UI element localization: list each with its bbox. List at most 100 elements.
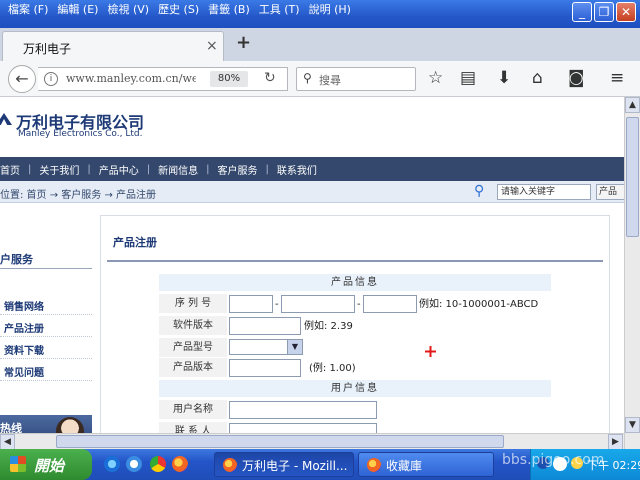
back-button[interactable]: ←	[8, 65, 36, 93]
chevron-down-icon[interactable]: ▼	[287, 340, 302, 354]
nav-service[interactable]: 客户服务	[218, 162, 258, 177]
nav-separator: |	[28, 163, 32, 175]
product-version-input[interactable]	[229, 359, 301, 377]
firefox-icon[interactable]	[172, 456, 188, 472]
menu-view[interactable]: 檢視 (V)	[105, 0, 156, 18]
search-input[interactable]: ⚲ 搜尋	[296, 67, 416, 91]
nav-bar: ← i www.manley.com.cn/wel 80% ↻ ⚲ 搜尋 ☆ ▤…	[0, 61, 640, 97]
sidebar-item-faq[interactable]: 常见问题	[0, 359, 92, 381]
tab-manley[interactable]: 万利电子 ×	[2, 31, 224, 61]
serial-part1-input[interactable]	[229, 295, 273, 313]
sidebar-item-label: 产品注册	[4, 324, 44, 335]
search-placeholder: 搜尋	[319, 74, 341, 87]
site-search-input[interactable]: 请输入关键字	[497, 184, 591, 200]
software-version-input[interactable]	[229, 317, 301, 335]
serial-label: 序 列 号	[159, 294, 227, 313]
model-select[interactable]: ▼	[229, 339, 303, 355]
sidebar-item-label: 销售网络	[4, 302, 44, 313]
start-button[interactable]: 開始	[0, 449, 92, 480]
horizontal-scrollbar[interactable]: ◀ ▶	[0, 433, 624, 450]
serial-part3-input[interactable]	[363, 295, 417, 313]
sidebar-item-downloads[interactable]: 资料下载	[0, 337, 92, 359]
nav-separator: |	[206, 163, 210, 175]
hotline-banner: 热线	[0, 415, 92, 433]
tab-strip: 万利电子 ×	[0, 28, 640, 61]
bookmark-star-icon[interactable]: ☆	[428, 69, 443, 87]
serial-dash: -	[275, 299, 279, 310]
sidebar-heading-label: 户服务	[0, 253, 33, 266]
horizontal-scroll-thumb[interactable]	[56, 435, 504, 448]
sidebar-item-product-registration[interactable]: 产品注册	[0, 315, 92, 337]
minimize-button[interactable]: _	[572, 2, 592, 22]
main-content: 产品注册 产品信息 序 列 号 - - 例如: 10-1000001-ABCD …	[100, 215, 610, 433]
menu-edit[interactable]: 編輯 (E)	[55, 0, 105, 18]
nav-about[interactable]: 关于我们	[39, 162, 79, 177]
taskbar-item-firefox[interactable]: 万利电子 - Mozill...	[214, 452, 354, 477]
hamburger-menu-icon[interactable]: ≡	[610, 69, 624, 87]
reading-list-icon[interactable]: ▤	[460, 69, 476, 87]
nav-news[interactable]: 新闻信息	[158, 162, 198, 177]
info-icon[interactable]: i	[44, 72, 58, 86]
ie-icon[interactable]	[104, 456, 120, 472]
tab-close-icon[interactable]: ×	[206, 38, 218, 54]
window-title-bar: 檔案 (F) 編輯 (E) 檢視 (V) 歷史 (S) 書籤 (B) 工具 (T…	[0, 0, 640, 28]
contact-label: 联 系 人	[159, 422, 227, 433]
menu-bookmarks[interactable]: 書籤 (B)	[206, 0, 257, 18]
nav-products[interactable]: 产品中心	[99, 162, 139, 177]
taskbar-item-library[interactable]: 收藏庫	[358, 452, 494, 477]
close-window-button[interactable]: ✕	[616, 2, 636, 22]
web-page: 万利电子有限公司 Manley Electronics Co., Ltd. 首页…	[0, 97, 624, 433]
breadcrumb-bar: 位置: 首页 → 客户服务 → 产品注册 ⚲ 请输入关键字 产品	[0, 181, 624, 203]
vertical-scrollbar[interactable]: ▲ ▼	[624, 97, 640, 449]
url-bar[interactable]: i www.manley.com.cn/wel 80% ↻	[38, 67, 288, 91]
firefox-icon	[367, 458, 381, 472]
scroll-down-icon[interactable]: ▼	[625, 417, 640, 433]
site-search-icon[interactable]: ⚲	[474, 183, 484, 199]
start-label: 開始	[34, 457, 65, 475]
home-icon[interactable]: ⌂	[532, 69, 543, 87]
nav-separator: |	[265, 163, 269, 175]
new-tab-button[interactable]: +	[236, 32, 251, 53]
sidebar-item-sales-network[interactable]: 销售网络	[0, 293, 92, 315]
scroll-up-icon[interactable]: ▲	[625, 97, 640, 113]
menu-history[interactable]: 歷史 (S)	[156, 0, 206, 18]
menu-help[interactable]: 說明 (H)	[307, 0, 358, 18]
maximize-button[interactable]: ❐	[594, 2, 614, 22]
crosshair-cursor-icon	[425, 346, 436, 357]
pocket-icon[interactable]: ◙	[568, 69, 585, 87]
nav-contact[interactable]: 联系我们	[277, 162, 317, 177]
menu-file[interactable]: 檔案 (F)	[6, 0, 55, 18]
serial-dash: -	[357, 299, 361, 310]
nav-home[interactable]: 首页	[0, 162, 20, 177]
site-navigation: 首页 | 关于我们 | 产品中心 | 新闻信息 | 客户服务 | 联系我们	[0, 157, 624, 181]
hotline-label: 热线	[0, 422, 22, 433]
sidebar-heading: 户服务	[0, 245, 92, 269]
product-version-label: 产品版本	[159, 358, 227, 377]
product-search-select[interactable]: 产品	[596, 184, 624, 200]
nav-separator: |	[87, 163, 91, 175]
media-icon[interactable]	[126, 456, 142, 472]
left-sidebar: 户服务 销售网络 产品注册 资料下载 常见问题 热线	[0, 215, 92, 433]
title-divider	[107, 260, 603, 262]
vertical-scroll-thumb[interactable]	[626, 117, 639, 237]
download-icon[interactable]: ⬇	[497, 69, 511, 87]
firefox-icon	[223, 458, 237, 472]
tab-title: 万利电子	[23, 42, 72, 56]
page-title: 产品注册	[113, 236, 157, 249]
scroll-left-icon[interactable]: ◀	[0, 434, 15, 450]
url-text[interactable]: www.manley.com.cn/wel	[66, 72, 196, 85]
logo-english: Manley Electronics Co., Ltd.	[18, 129, 143, 139]
search-icon: ⚲	[303, 71, 312, 85]
product-version-example: (例: 1.00)	[309, 363, 356, 374]
reload-icon[interactable]: ↻	[264, 70, 276, 86]
back-arrow-icon: ←	[15, 69, 29, 88]
chrome-icon[interactable]	[150, 456, 166, 472]
scroll-right-icon[interactable]: ▶	[608, 434, 623, 450]
zoom-indicator[interactable]: 80%	[210, 71, 248, 87]
contact-input[interactable]	[229, 423, 377, 433]
username-input[interactable]	[229, 401, 377, 419]
menu-tools[interactable]: 工具 (T)	[257, 0, 307, 18]
software-version-label: 软件版本	[159, 316, 227, 335]
serial-part2-input[interactable]	[281, 295, 355, 313]
software-version-example: 例如: 2.39	[304, 321, 353, 332]
